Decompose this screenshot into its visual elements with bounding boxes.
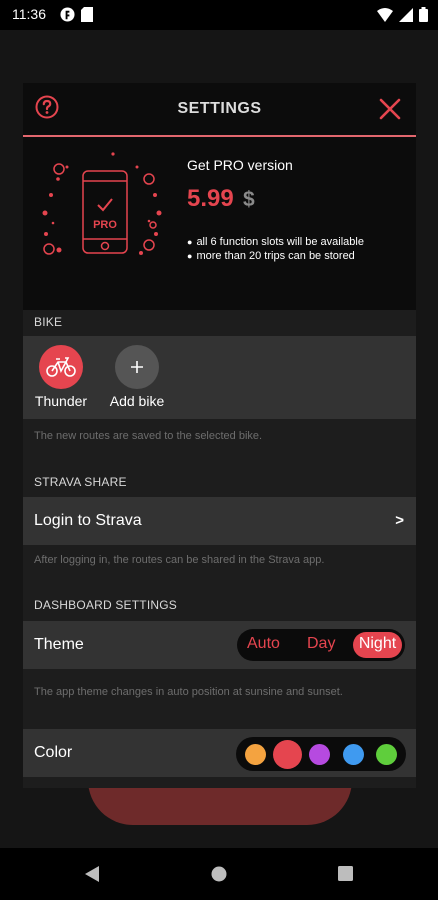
pro-price: 5.99 (187, 185, 234, 212)
back-icon[interactable] (84, 865, 100, 883)
pro-benefit: more than 20 trips can be stored (187, 249, 364, 263)
dialog-header: SETTINGS (23, 83, 416, 137)
battery-icon (419, 7, 428, 22)
theme-selector: Auto Day Night (237, 629, 405, 661)
theme-label: Theme (34, 636, 84, 653)
plus-icon (131, 361, 143, 373)
bike-item-thunder[interactable]: Thunder (25, 345, 97, 409)
add-bike-button[interactable]: Add bike (101, 345, 173, 409)
signal-icon (399, 7, 413, 22)
theme-hint: The app theme changes in auto position a… (34, 686, 343, 698)
phone-pro-illustration: PRO (42, 152, 162, 255)
sim-card-icon (81, 7, 93, 22)
section-label-dashboard: DASHBOARD SETTINGS (34, 598, 177, 612)
chevron-right-icon: > (395, 512, 404, 529)
color-selector (236, 737, 406, 771)
close-icon[interactable] (379, 98, 401, 120)
pro-currency: $ (243, 188, 255, 211)
pro-benefit: all 6 function slots will be available (187, 235, 364, 249)
bike-name: Thunder (34, 393, 88, 409)
login-strava-label: Login to Strava (34, 512, 142, 529)
strava-hint: After logging in, the routes can be shar… (34, 554, 325, 566)
color-swatch-orange[interactable] (245, 744, 266, 765)
pro-title: Get PRO version (187, 157, 293, 173)
theme-option-auto[interactable]: Auto (247, 635, 280, 653)
theme-option-night[interactable]: Night (353, 632, 402, 658)
wifi-icon (377, 7, 393, 22)
color-swatch-green[interactable] (376, 744, 397, 765)
color-row: Color (23, 729, 416, 777)
section-label-bike: BIKE (34, 315, 63, 329)
color-label: Color (34, 744, 73, 761)
svg-text:PRO: PRO (93, 219, 117, 231)
theme-row: Theme Auto Day Night (23, 621, 416, 669)
status-bar: 11:36 (0, 0, 438, 30)
navigation-bar (0, 848, 438, 900)
color-swatch-purple[interactable] (309, 744, 330, 765)
login-strava-button[interactable]: Login to Strava > (23, 497, 416, 545)
settings-dialog: SETTINGS PRO Get PRO version 5.99 $ ● al… (23, 83, 416, 788)
home-icon[interactable] (211, 866, 227, 882)
pro-promo[interactable]: PRO Get PRO version 5.99 $ all 6 functio… (23, 137, 416, 310)
app-notification-icon (60, 7, 75, 22)
dialog-title: SETTINGS (177, 100, 262, 117)
color-swatch-blue[interactable] (343, 744, 364, 765)
recents-icon[interactable] (338, 866, 353, 881)
section-label-strava: STRAVA SHARE (34, 475, 127, 489)
bicycle-icon (46, 357, 76, 377)
pro-benefits-list: all 6 function slots will be available m… (187, 235, 364, 263)
bike-list: Thunder Add bike (23, 336, 416, 419)
theme-option-day[interactable]: Day (307, 635, 335, 653)
color-swatch-red[interactable] (273, 740, 302, 769)
status-time: 11:36 (12, 6, 46, 22)
add-bike-label: Add bike (109, 393, 165, 409)
bike-hint: The new routes are saved to the selected… (34, 430, 263, 442)
